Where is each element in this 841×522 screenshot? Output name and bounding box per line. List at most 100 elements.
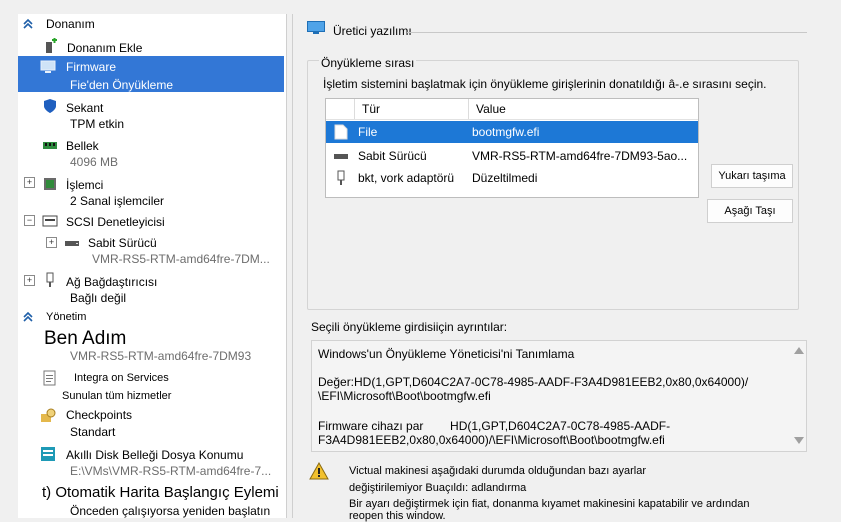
boot-order-title: Önyükleme sırası bbox=[319, 56, 417, 70]
title-divider bbox=[407, 32, 807, 33]
tree-item-security[interactable]: Sekant TPM etkin bbox=[18, 96, 286, 132]
integration-services-label: Integra on Services bbox=[74, 372, 169, 384]
warning-line: değiştirilemiyor Buaçıldı: adlandırma bbox=[349, 482, 527, 494]
boot-order-table[interactable]: Tür Value File bootmgfw.efi Sabit Sürücü… bbox=[325, 98, 699, 198]
checkpoints-sub: Standart bbox=[70, 425, 116, 439]
scroll-up-icon[interactable] bbox=[794, 347, 804, 354]
column-header-type[interactable]: Tür bbox=[362, 99, 380, 120]
network-label: Ağ Bağdaştırıcısı bbox=[66, 275, 158, 289]
scroll-down-icon[interactable] bbox=[794, 437, 804, 444]
hard-drive-sub: VMR-RS5-RTM-amd64fre-7DM... bbox=[92, 252, 270, 266]
processor-sub: 2 Sanal işlemciler bbox=[70, 194, 165, 208]
hardware-section-header[interactable]: Donanım bbox=[18, 16, 284, 33]
move-down-button[interactable]: Aşağı Taşı bbox=[707, 199, 793, 223]
hardware-section-title: Donanım bbox=[46, 17, 95, 31]
boot-entry-row[interactable]: bkt, vork adaptörü Düzeltilmedi bbox=[326, 167, 698, 189]
management-section-header[interactable]: Yönetim bbox=[18, 309, 284, 326]
security-label: Sekant bbox=[66, 101, 104, 115]
details-firmware-device-line: F3A4D981EEB2,0x80,0x64000)/\EFI\Microsof… bbox=[318, 433, 665, 447]
warning-line: Bir ayarı değiştirmek için fiat, donanma… bbox=[349, 498, 750, 510]
hard-drive-icon bbox=[65, 241, 79, 246]
header-divider bbox=[326, 119, 698, 120]
collapse-chevron-icon[interactable] bbox=[22, 18, 34, 30]
details-label: Seçili önyükleme girdisiiçin ayrıntılar: bbox=[311, 320, 508, 334]
hard-drive-icon bbox=[334, 154, 348, 159]
add-hardware-icon bbox=[46, 38, 57, 53]
column-header-value[interactable]: Value bbox=[476, 99, 506, 120]
warning-icon bbox=[309, 462, 329, 480]
boot-entry-row[interactable]: File bootmgfw.efi bbox=[326, 121, 698, 143]
network-adapter-icon bbox=[337, 170, 345, 185]
boot-entry-type: File bbox=[358, 125, 378, 139]
tree-item-automatic-start[interactable]: t) Otomatik Harita Başlangıç Eylemi Önce… bbox=[18, 482, 286, 518]
details-description: Windows'un Önyükleme Yöneticisi'ni Tanım… bbox=[318, 347, 575, 361]
tree-item-hard-drive[interactable]: + Sabit Sürücü VMR-RS5-RTM-amd64fre-7DM.… bbox=[18, 232, 286, 268]
add-hardware-label: Donanım Ekle bbox=[67, 41, 143, 55]
details-scrollbar[interactable] bbox=[790, 341, 806, 451]
details-value-line: Değer:HD(1,GPT,D604C2A7-0C78-4985-AADF-F… bbox=[318, 375, 749, 389]
checkpoints-label: Checkpoints bbox=[66, 408, 133, 422]
expand-processor-icon[interactable]: + bbox=[24, 177, 35, 188]
shield-icon bbox=[44, 99, 56, 113]
memory-label: Bellek bbox=[66, 139, 99, 153]
boot-entry-value: bootmgfw.efi bbox=[472, 125, 540, 139]
smart-paging-icon bbox=[41, 447, 55, 461]
firmware-sub: Fie'den Önyükleme bbox=[70, 78, 174, 92]
firmware-settings-panel: Üretici yazılımı Önyükleme sırası İşleti… bbox=[292, 14, 841, 522]
network-sub: Bağlı değil bbox=[70, 291, 127, 305]
expand-hard-drive-icon[interactable]: + bbox=[46, 237, 57, 248]
boot-entry-row[interactable]: Sabit Sürücü VMR-RS5-RTM-amd64fre-7DM93-… bbox=[326, 145, 698, 167]
firmware-icon bbox=[40, 60, 56, 73]
boot-entry-value: VMR-RS5-RTM-amd64fre-7DM93-5ao... bbox=[472, 149, 688, 163]
tree-item-processor[interactable]: + İşlemci 2 Sanal işlemciler bbox=[18, 174, 286, 210]
collapse-chevron-icon[interactable] bbox=[22, 311, 34, 323]
processor-icon bbox=[44, 178, 56, 190]
network-adapter-icon bbox=[46, 272, 54, 287]
name-sub: VMR-RS5-RTM-amd64fre-7DM93 bbox=[70, 349, 252, 363]
tree-item-network[interactable]: + Ağ Bağdaştırıcısı Bağlı değil bbox=[18, 271, 286, 307]
warning-line: reopen this window. bbox=[349, 510, 446, 522]
name-label: Ben Adım bbox=[44, 328, 127, 349]
file-icon bbox=[334, 124, 348, 140]
warning-area: Victual makinesi aşağıdaki durumda olduğ… bbox=[303, 458, 803, 522]
tree-item-smart-paging[interactable]: Akıllı Disk Belleği Dosya Konumu E:\VMs\… bbox=[18, 444, 286, 480]
details-firmware-device-line: Firmware cihazı par HD(1,GPT,D604C2A7-0C… bbox=[318, 419, 671, 433]
integration-services-sub: Sunulan tüm hizmetler bbox=[62, 390, 172, 402]
tree-item-firmware[interactable]: Firmware Fie'den Önyükleme bbox=[18, 56, 284, 92]
tree-item-checkpoints[interactable]: Checkpoints Standart bbox=[18, 406, 286, 442]
tree-item-integration-services[interactable]: Integra on Services Sunulan tüm hizmetle… bbox=[18, 368, 286, 404]
smart-paging-label: Akıllı Disk Belleği Dosya Konumu bbox=[66, 448, 244, 462]
boot-entry-details[interactable]: Windows'un Önyükleme Yöneticisi'ni Tanım… bbox=[311, 340, 807, 452]
tree-item-memory[interactable]: Bellek 4096 MB bbox=[18, 136, 286, 172]
details-value-line: \EFI\Microsoft\Boot\bootmgfw.efi bbox=[318, 389, 491, 403]
column-separator[interactable] bbox=[354, 99, 355, 119]
security-sub: TPM etkin bbox=[70, 117, 125, 131]
hardware-tree: Donanım Donanım Ekle Firmware Fie'den Ön… bbox=[18, 14, 287, 518]
memory-sub: 4096 MB bbox=[70, 155, 119, 169]
firmware-label: Firmware bbox=[66, 60, 116, 74]
processor-label: İşlemci bbox=[66, 178, 104, 192]
collapse-scsi-icon[interactable]: − bbox=[24, 215, 35, 226]
hard-drive-label: Sabit Sürücü bbox=[88, 236, 157, 250]
integration-services-icon bbox=[43, 370, 56, 386]
tree-item-name[interactable]: Ben Adım VMR-RS5-RTM-amd64fre-7DM93 bbox=[18, 328, 286, 366]
tree-item-scsi[interactable]: − SCSI Denetleyicisi bbox=[18, 212, 286, 232]
automatic-start-label: t) Otomatik Harita Başlangıç Eylemi bbox=[42, 484, 279, 501]
boot-entry-value: Düzeltilmedi bbox=[472, 171, 538, 185]
scsi-controller-icon bbox=[42, 215, 58, 227]
tree-item-add-hardware[interactable]: Donanım Ekle bbox=[18, 36, 286, 56]
management-section-title: Yönetim bbox=[46, 311, 87, 323]
firmware-panel-icon bbox=[307, 21, 325, 34]
expand-network-icon[interactable]: + bbox=[24, 275, 35, 286]
boot-entry-type: Sabit Sürücü bbox=[358, 149, 427, 163]
smart-paging-sub: E:\VMs\VMR-RS5-RTM-amd64fre-7... bbox=[70, 464, 272, 478]
automatic-start-sub: Önceden çalışıyorsa yeniden başlatın bbox=[70, 504, 271, 518]
panel-title: Üretici yazılımı bbox=[333, 24, 412, 38]
move-up-button[interactable]: Yukarı taşıma bbox=[711, 164, 793, 188]
warning-line: Victual makinesi aşağıdaki durumda olduğ… bbox=[349, 465, 646, 477]
memory-icon bbox=[43, 142, 57, 149]
boot-order-instruction: İşletim sistemini başlatmak için önyükle… bbox=[323, 77, 767, 91]
column-separator[interactable] bbox=[468, 99, 469, 119]
boot-entry-type: bkt, vork adaptörü bbox=[358, 171, 455, 185]
checkpoints-icon bbox=[41, 408, 56, 422]
